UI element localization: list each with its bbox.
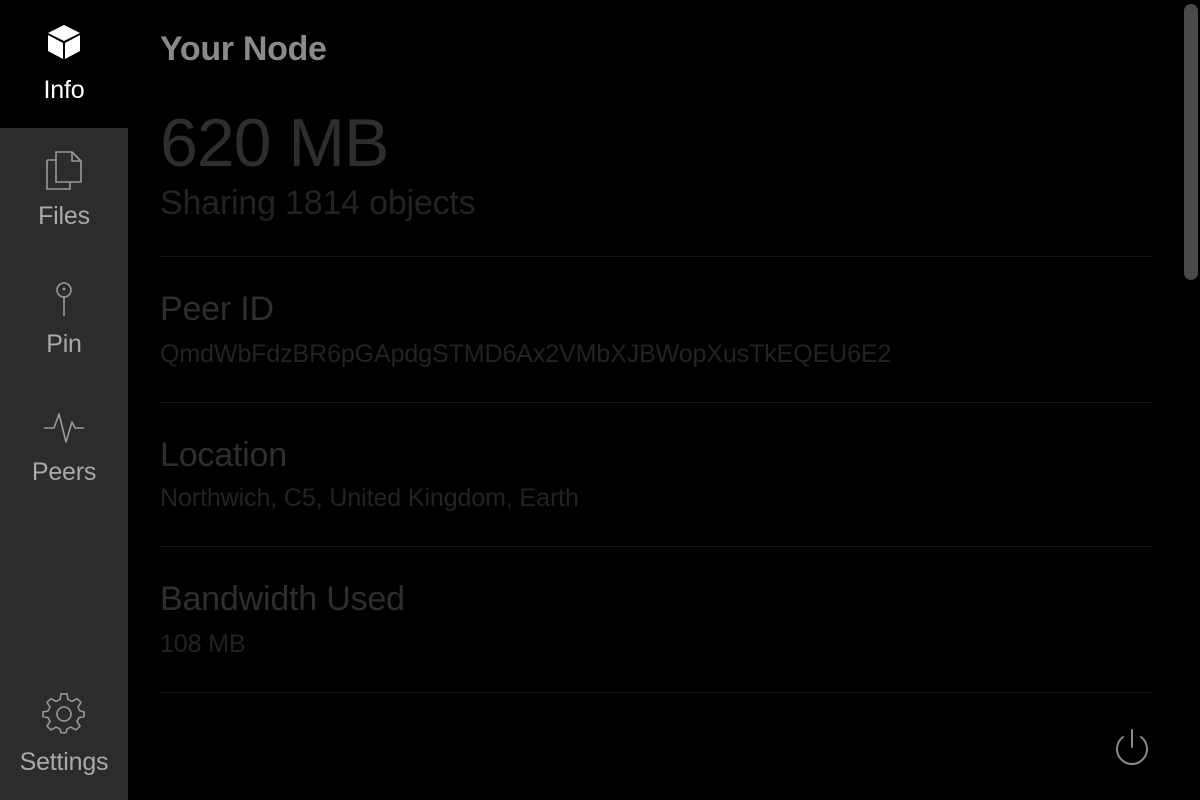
location-value: Northwich, C5, United Kingdom, Earth xyxy=(160,484,579,512)
gear-icon xyxy=(42,692,86,736)
sidebar-item-info[interactable]: Info xyxy=(0,0,128,128)
cube-icon xyxy=(42,20,86,64)
peer-id-value: QmdWbFdzBR6pGApdgSTMD6Ax2VMbXJBWopXusTkE… xyxy=(160,340,892,368)
sidebar-item-settings[interactable]: Settings xyxy=(0,672,128,800)
power-button[interactable] xyxy=(1112,728,1152,772)
power-icon xyxy=(1112,727,1152,774)
storage-objects-count: Sharing 1814 objects xyxy=(160,184,476,222)
bandwidth-value: 108 MB xyxy=(160,630,246,658)
scrollbar-thumb[interactable] xyxy=(1184,4,1198,280)
sidebar-item-peers[interactable]: Peers xyxy=(0,384,128,512)
peer-id-heading: Peer ID xyxy=(160,290,274,328)
sidebar-item-label: Files xyxy=(38,202,90,230)
pin-icon xyxy=(42,276,86,320)
files-icon xyxy=(42,148,86,192)
pulse-icon xyxy=(42,404,86,448)
sidebar-item-pin[interactable]: Pin xyxy=(0,256,128,384)
divider xyxy=(160,402,1152,403)
divider xyxy=(160,256,1152,257)
app-window: Info Files Pin Peers Settings Your Node … xyxy=(0,0,1200,800)
storage-size: 620 MB xyxy=(160,105,389,181)
divider xyxy=(160,546,1152,547)
location-heading: Location xyxy=(160,436,287,474)
vertical-scrollbar[interactable] xyxy=(1182,0,1200,800)
main-content: Your Node 620 MB Sharing 1814 objects Pe… xyxy=(128,0,1182,800)
sidebar-item-label: Pin xyxy=(46,330,82,358)
bandwidth-heading: Bandwidth Used xyxy=(160,580,405,618)
sidebar: Info Files Pin Peers Settings xyxy=(0,0,128,800)
divider xyxy=(160,692,1152,693)
sidebar-item-label: Info xyxy=(43,76,85,104)
sidebar-item-label: Settings xyxy=(19,748,109,776)
page-title: Your Node xyxy=(160,30,327,68)
sidebar-item-label: Peers xyxy=(31,458,97,486)
sidebar-item-files[interactable]: Files xyxy=(0,128,128,256)
